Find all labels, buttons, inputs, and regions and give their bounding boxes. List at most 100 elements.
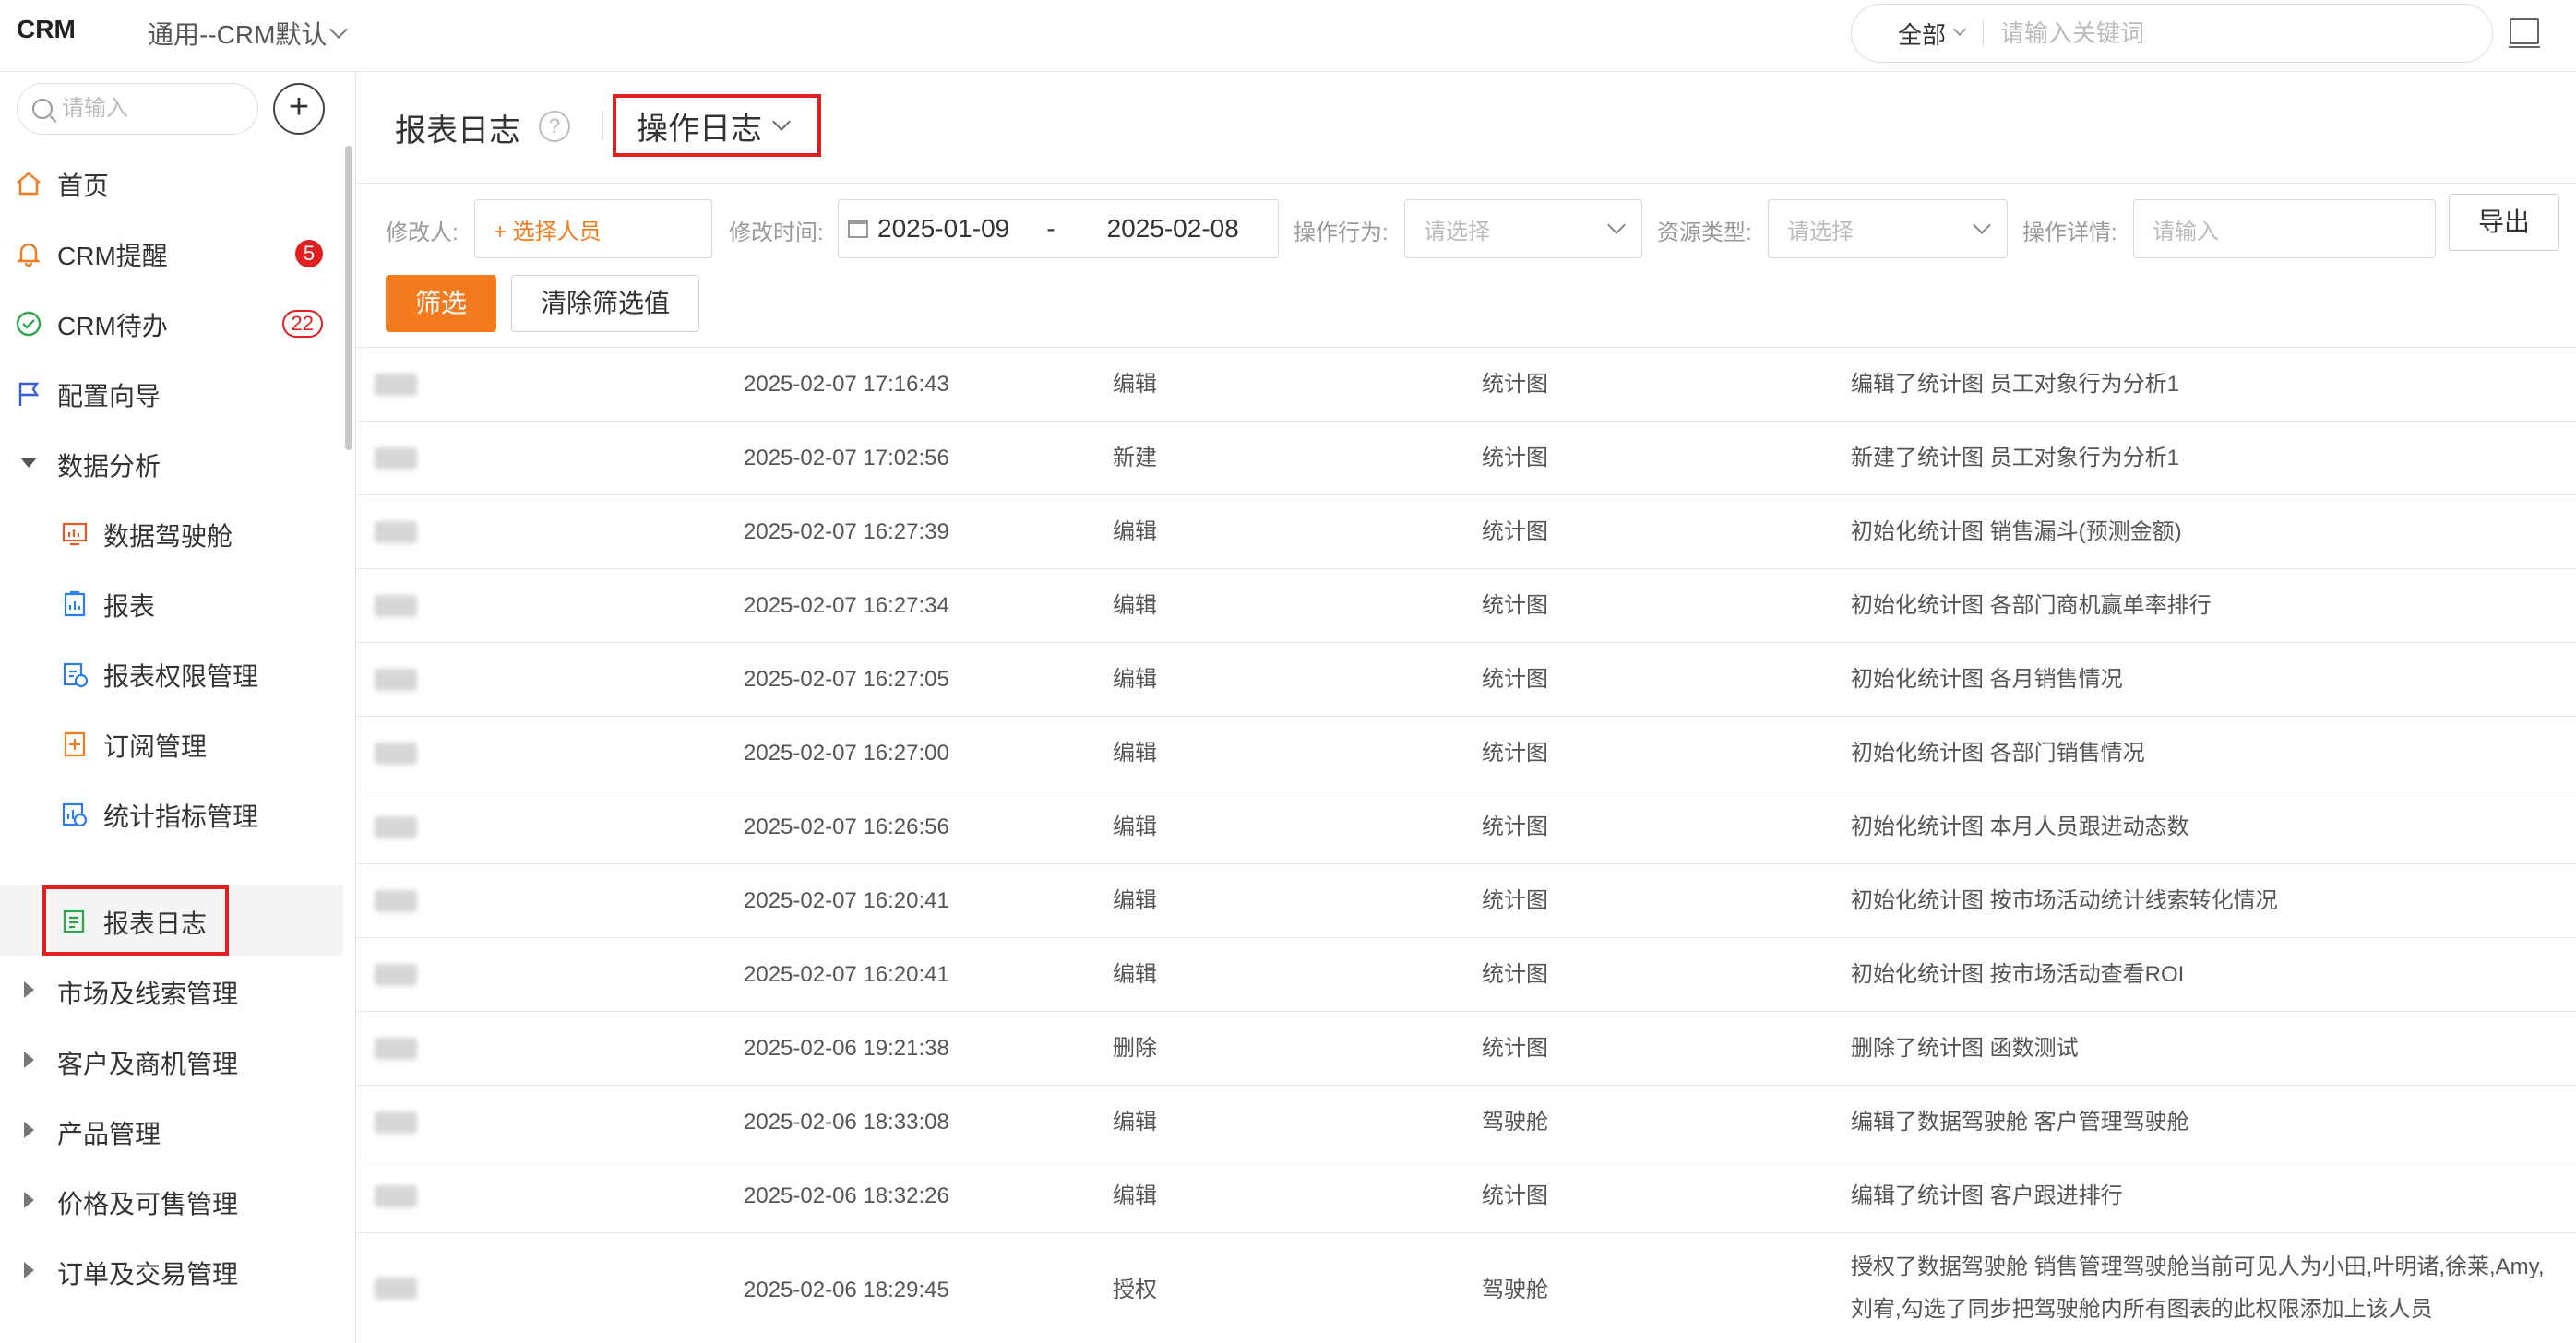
table-row[interactable]: 2025-02-07 16:20:41 编辑 统计图 初始化统计图 按市场活动统… xyxy=(356,864,2576,938)
home-icon xyxy=(17,172,41,196)
sidebar-item-label: 订单及交易管理 xyxy=(57,1260,239,1289)
sidebar-item-report[interactable]: 报表 xyxy=(0,568,343,638)
date-range-picker[interactable]: 2025-01-09 - 2025-02-08 xyxy=(838,199,1279,258)
log-action: 编辑 xyxy=(1113,962,1157,987)
operator-avatar xyxy=(375,1038,417,1060)
sidebar-item-label: 报表日志 xyxy=(103,909,208,938)
table-row[interactable]: 2025-02-06 18:32:26 编辑 统计图 编辑了统计图 客户跟进排行 xyxy=(356,1159,2576,1233)
log-resource: 驾驶舱 xyxy=(1482,1278,1548,1302)
table-row[interactable]: 2025-02-07 16:20:41 编辑 统计图 初始化统计图 按市场活动查… xyxy=(356,938,2576,1012)
log-detail: 初始化统计图 各部门商机赢单率排行 xyxy=(1851,593,2212,618)
global-search: 全部 xyxy=(1851,4,2493,63)
sidebar-group-order[interactable]: 订单及交易管理 xyxy=(0,1236,343,1306)
search-scope-select[interactable]: 全部 xyxy=(1852,19,1985,49)
date-start[interactable]: 2025-01-09 xyxy=(877,214,1009,244)
log-resource: 驾驶舱 xyxy=(1482,1110,1548,1135)
operator-avatar xyxy=(375,595,417,617)
sidebar-item-metric[interactable]: 统计指标管理 xyxy=(0,778,343,849)
operator-avatar xyxy=(375,669,417,691)
app-scope-selector[interactable]: 通用--CRM默认 xyxy=(148,15,349,52)
table-row[interactable]: 2025-02-07 16:27:00 编辑 统计图 初始化统计图 各部门销售情… xyxy=(356,717,2576,790)
log-resource: 统计图 xyxy=(1482,741,1548,766)
table-row[interactable]: 2025-02-06 18:29:45 授权 驾驶舱 授权了数据驾驶舱 销售管理… xyxy=(356,1233,2576,1343)
table-row[interactable]: 2025-02-07 16:27:34 编辑 统计图 初始化统计图 各部门商机赢… xyxy=(356,569,2576,643)
calendar-icon xyxy=(848,220,868,238)
sidebar-item-report-permission[interactable]: 报表权限管理 xyxy=(0,638,343,708)
clear-filter-button[interactable]: 清除筛选值 xyxy=(511,275,699,332)
title-divider xyxy=(602,111,603,140)
sidebar-item-crm-todo[interactable]: CRM待办 22 xyxy=(0,288,343,358)
sidebar-group-data-analysis[interactable]: 数据分析 xyxy=(0,428,343,498)
log-action: 编辑 xyxy=(1113,593,1157,618)
log-action: 删除 xyxy=(1113,1036,1157,1061)
table-row[interactable]: 2025-02-07 16:27:39 编辑 统计图 初始化统计图 销售漏斗(预… xyxy=(356,495,2576,569)
log-time: 2025-02-06 18:29:45 xyxy=(744,1278,949,1302)
report-permission-icon xyxy=(63,662,89,688)
resource-select-placeholder: 请选择 xyxy=(1787,219,1854,244)
detail-filter-label: 操作详情: xyxy=(2022,220,2117,245)
resource-select[interactable]: 请选择 xyxy=(1768,199,2008,258)
check-circle-icon xyxy=(16,311,42,337)
sidebar-item-dashboard[interactable]: 数据驾驶舱 xyxy=(0,498,343,568)
log-action: 编辑 xyxy=(1113,667,1157,692)
header-divider xyxy=(356,183,2576,184)
log-action: 编辑 xyxy=(1113,1110,1157,1135)
log-time: 2025-02-07 17:16:43 xyxy=(744,372,949,397)
help-icon[interactable]: ? xyxy=(539,111,570,142)
operator-avatar xyxy=(375,890,417,912)
sidebar-search-input[interactable] xyxy=(53,95,237,123)
log-detail: 初始化统计图 按市场活动查看ROI xyxy=(1851,962,2185,987)
caret-right-icon xyxy=(24,1122,34,1138)
log-detail: 初始化统计图 按市场活动统计线索转化情况 xyxy=(1851,888,2278,913)
operator-avatar xyxy=(375,1111,417,1134)
global-search-input[interactable] xyxy=(1984,18,2427,49)
log-type-dropdown[interactable]: 操作日志 xyxy=(613,94,821,157)
date-end[interactable]: 2025-02-08 xyxy=(1107,214,1239,244)
sidebar-search xyxy=(17,83,258,135)
detail-input[interactable]: 请输入 xyxy=(2133,199,2436,258)
sidebar-group-customer-opportunity[interactable]: 客户及商机管理 xyxy=(0,1026,343,1096)
log-action: 编辑 xyxy=(1113,519,1157,544)
log-time: 2025-02-07 16:27:39 xyxy=(744,519,949,544)
sidebar-item-subscription[interactable]: 订阅管理 xyxy=(0,708,343,778)
table-row[interactable]: 2025-02-06 18:33:08 编辑 驾驶舱 编辑了数据驾驶舱 客户管理… xyxy=(356,1086,2576,1159)
operator-avatar xyxy=(375,1185,417,1207)
sidebar-group-market-leads[interactable]: 市场及线索管理 xyxy=(0,956,343,1026)
subscription-icon xyxy=(64,731,86,757)
top-bar: CRM 通用--CRM默认 全部 xyxy=(0,0,2576,72)
sidebar-item-crm-reminder[interactable]: CRM提醒 5 xyxy=(0,218,343,288)
table-row[interactable]: 2025-02-07 16:27:05 编辑 统计图 初始化统计图 各月销售情况 xyxy=(356,643,2576,717)
log-action: 编辑 xyxy=(1113,741,1157,766)
sidebar-group-product[interactable]: 产品管理 xyxy=(0,1096,343,1166)
sidebar-group-price[interactable]: 价格及可售管理 xyxy=(0,1166,343,1236)
table-row[interactable]: 2025-02-07 17:16:43 编辑 统计图 编辑了统计图 员工对象行为… xyxy=(356,348,2576,422)
sidebar-scrollbar[interactable] xyxy=(345,146,352,450)
table-row[interactable]: 2025-02-07 16:26:56 编辑 统计图 初始化统计图 本月人员跟进… xyxy=(356,790,2576,864)
log-resource: 统计图 xyxy=(1482,1183,1548,1208)
person-picker[interactable]: + 选择人员 xyxy=(474,199,712,258)
action-select[interactable]: 请选择 xyxy=(1404,199,1642,258)
export-button[interactable]: 导出 xyxy=(2449,194,2559,251)
log-action: 编辑 xyxy=(1113,814,1157,839)
dashboard-icon xyxy=(62,522,88,546)
filter-button[interactable]: 筛选 xyxy=(386,275,496,332)
chevron-down-icon xyxy=(772,113,791,131)
add-button[interactable]: + xyxy=(273,83,325,135)
log-resource: 统计图 xyxy=(1482,667,1548,692)
operator-avatar xyxy=(375,1278,417,1300)
table-row[interactable]: 2025-02-06 19:21:38 删除 统计图 删除了统计图 函数测试 xyxy=(356,1012,2576,1086)
log-detail: 初始化统计图 销售漏斗(预测金额) xyxy=(1851,519,2182,544)
log-icon xyxy=(63,909,85,933)
reminder-count-badge: 5 xyxy=(295,240,323,267)
sidebar: + 首页 CRM提醒 5 CRM待办 22 配置向导 数据分析 数据驾驶舱 报表… xyxy=(0,72,356,1343)
table-row[interactable]: 2025-02-07 17:02:56 新建 统计图 新建了统计图 员工对象行为… xyxy=(356,422,2576,495)
sidebar-item-label: CRM待办 xyxy=(57,312,168,340)
log-resource: 统计图 xyxy=(1482,593,1548,618)
sidebar-item-report-log[interactable]: 报表日志 xyxy=(0,885,343,956)
log-time: 2025-02-07 16:20:41 xyxy=(744,962,949,987)
sidebar-item-config-guide[interactable]: 配置向导 xyxy=(0,358,343,428)
sidebar-item-home[interactable]: 首页 xyxy=(0,148,343,218)
log-time: 2025-02-07 17:02:56 xyxy=(744,446,949,470)
screen-icon[interactable] xyxy=(2509,18,2540,48)
person-filter-label: 修改人: xyxy=(386,220,459,245)
